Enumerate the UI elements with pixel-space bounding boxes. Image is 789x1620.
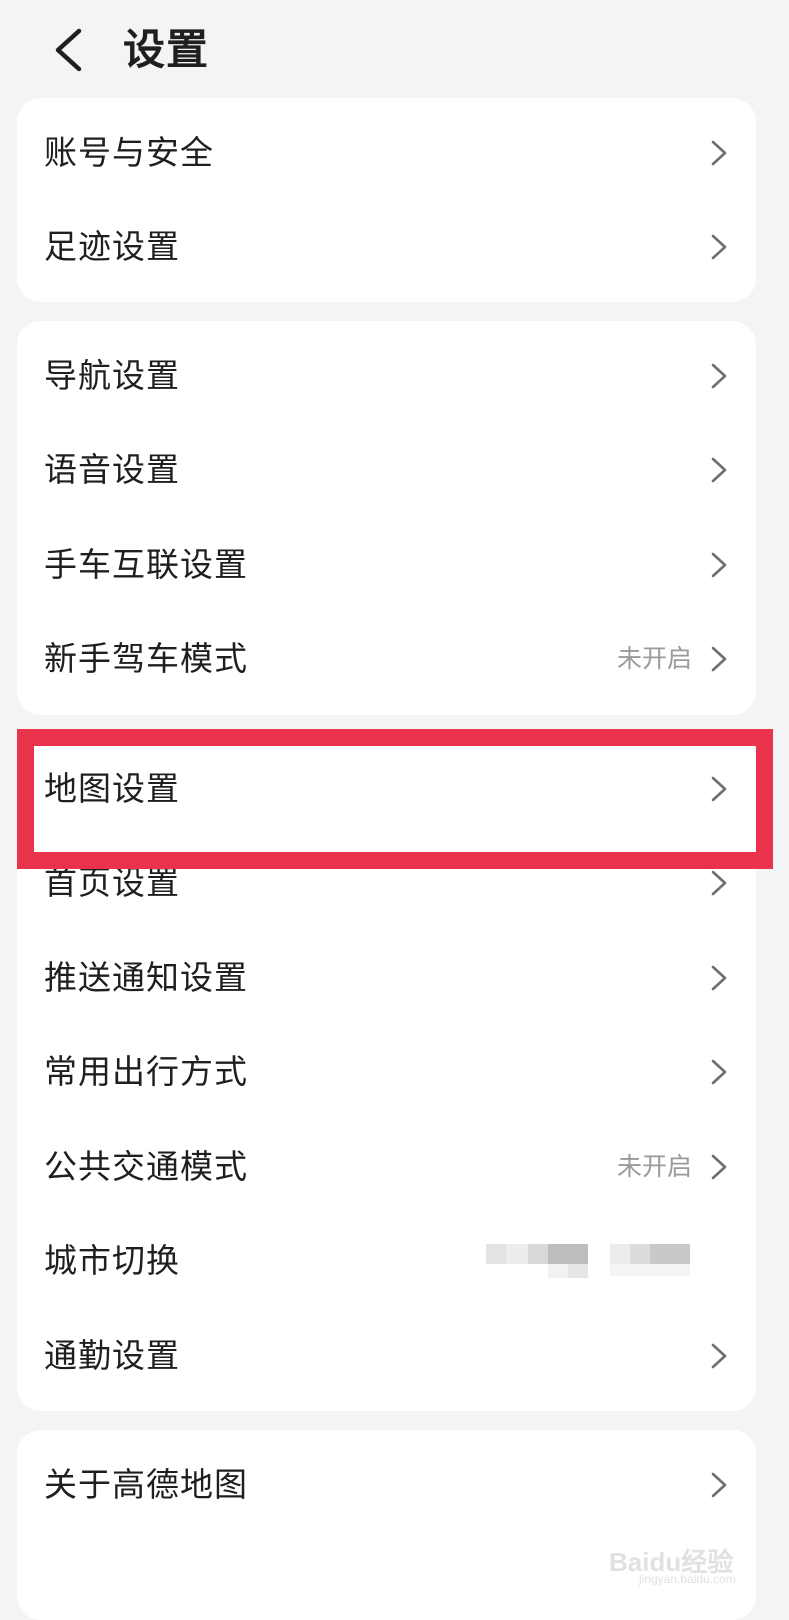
item-label: 通勤设置 — [44, 1336, 180, 1375]
chevron-right-icon — [711, 870, 727, 896]
chevron-right-icon — [711, 234, 727, 260]
settings-item-map[interactable]: 地图设置 — [17, 742, 756, 836]
settings-group-navigation: 导航设置 语音设置 手车互联设置 新手驾车模式 未开启 — [17, 321, 756, 715]
settings-group-map: 地图设置 首页设置 推送通知设置 常用出行方式 公共交通模式 未开启 城市切换 — [17, 734, 756, 1411]
settings-item-about[interactable]: 关于高德地图 — [17, 1438, 756, 1532]
settings-item-home-page[interactable]: 首页设置 — [17, 836, 756, 930]
settings-item-footprint[interactable]: 足迹设置 — [17, 200, 756, 294]
redacted-city-value — [486, 1244, 696, 1280]
header-bar: 设置 — [0, 0, 789, 100]
chevron-right-icon — [711, 1154, 727, 1180]
settings-item-travel-mode[interactable]: 常用出行方式 — [17, 1025, 756, 1119]
page-title: 设置 — [123, 25, 210, 74]
settings-item-voice[interactable]: 语音设置 — [17, 423, 756, 517]
watermark: Baidu经验 jingyan.baidu.com — [599, 1538, 749, 1588]
settings-item-phone-car-link[interactable]: 手车互联设置 — [17, 518, 756, 612]
item-label: 语音设置 — [44, 450, 180, 489]
chevron-right-icon — [711, 965, 727, 991]
chevron-right-icon — [711, 552, 727, 578]
chevron-right-icon — [711, 140, 727, 166]
item-label: 推送通知设置 — [44, 958, 248, 997]
chevron-right-icon — [711, 776, 727, 802]
chevron-right-icon — [711, 646, 727, 672]
item-label: 常用出行方式 — [44, 1052, 248, 1091]
item-label: 城市切换 — [44, 1241, 180, 1280]
item-label: 关于高德地图 — [44, 1465, 248, 1504]
chevron-right-icon — [711, 1059, 727, 1085]
item-label: 账号与安全 — [44, 133, 214, 172]
watermark-url: jingyan.baidu.com — [639, 1572, 736, 1586]
settings-item-commute[interactable]: 通勤设置 — [17, 1309, 756, 1403]
item-label: 新手驾车模式 — [44, 639, 248, 678]
item-label: 地图设置 — [44, 769, 180, 808]
settings-item-public-transit[interactable]: 公共交通模式 未开启 — [17, 1120, 756, 1214]
settings-item-account-security[interactable]: 账号与安全 — [17, 106, 756, 200]
item-label: 公共交通模式 — [44, 1147, 248, 1186]
back-button[interactable] — [40, 22, 96, 78]
item-label: 首页设置 — [44, 863, 180, 902]
settings-item-city-switch[interactable]: 城市切换 — [17, 1214, 756, 1308]
status-text: 未开启 — [616, 1152, 692, 1181]
settings-item-push-notification[interactable]: 推送通知设置 — [17, 931, 756, 1025]
settings-item-navigation[interactable]: 导航设置 — [17, 329, 756, 423]
settings-group-about: 关于高德地图 — [17, 1430, 756, 1620]
chevron-left-icon — [55, 28, 82, 72]
item-label: 足迹设置 — [44, 227, 180, 266]
settings-item-novice-driving[interactable]: 新手驾车模式 未开启 — [17, 612, 756, 706]
chevron-right-icon — [711, 363, 727, 389]
status-text: 未开启 — [616, 644, 692, 673]
item-label: 导航设置 — [44, 356, 180, 395]
chevron-right-icon — [711, 1343, 727, 1369]
settings-group-account: 账号与安全 足迹设置 — [17, 98, 756, 302]
item-label: 手车互联设置 — [44, 545, 248, 584]
chevron-right-icon — [711, 1472, 727, 1498]
chevron-right-icon — [711, 457, 727, 483]
